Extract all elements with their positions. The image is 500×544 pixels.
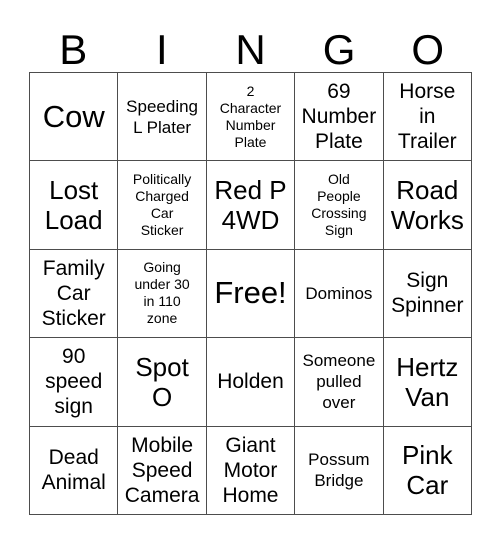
bingo-cell-label: Spot O xyxy=(135,351,189,412)
bingo-cell-r4c1[interactable]: 90 speed sign xyxy=(30,338,119,427)
bingo-cell-r1c5[interactable]: Horse in Trailer xyxy=(383,73,472,162)
bingo-cell-r3c4[interactable]: Dominos xyxy=(295,249,384,339)
bingo-cell-r3c1[interactable]: Family Car Sticker xyxy=(30,249,119,339)
bingo-cell-r1c1[interactable]: Cow xyxy=(30,73,119,162)
bingo-cell-r1c3[interactable]: 2 Character Number Plate xyxy=(206,73,296,162)
bingo-cell-r3c2[interactable]: Going under 30 in 110 zone xyxy=(118,249,207,339)
bingo-cell-label: Family Car Sticker xyxy=(41,256,106,330)
bingo-cell-r4c4[interactable]: Someone pulled over xyxy=(295,338,384,427)
bingo-cell-label: Politically Charged Car Sticker xyxy=(132,171,192,239)
bingo-cell-r5c1[interactable]: Dead Animal xyxy=(30,426,119,515)
bingo-cell-label: Dominos xyxy=(305,283,373,303)
bingo-cell-r2c5[interactable]: Road Works xyxy=(383,161,472,250)
bingo-cell-r4c3[interactable]: Holden xyxy=(206,338,296,427)
bingo-cell-r5c3[interactable]: Giant Motor Home xyxy=(206,426,296,515)
bingo-cell-r2c4[interactable]: Old People Crossing Sign xyxy=(295,161,384,250)
bingo-header-letter-b: B xyxy=(59,26,88,73)
bingo-cell-r4c2[interactable]: Spot O xyxy=(118,338,207,427)
bingo-cell-r4c5[interactable]: Hertz Van xyxy=(383,338,472,427)
bingo-header-letter-o: O xyxy=(411,26,444,73)
bingo-cell-label: Pink Car xyxy=(402,440,453,501)
bingo-cell-label: 2 Character Number Plate xyxy=(219,82,282,150)
bingo-cell-r5c2[interactable]: Mobile Speed Camera xyxy=(118,426,207,515)
bingo-cell-r1c4[interactable]: 69 Number Plate xyxy=(295,73,384,162)
bingo-header-letter-i: I xyxy=(156,26,168,73)
bingo-cell-label: Lost Load xyxy=(44,175,103,236)
bingo-cell-r2c1[interactable]: Lost Load xyxy=(30,161,119,250)
bingo-cell-label: Going under 30 in 110 zone xyxy=(134,259,190,327)
bingo-cell-label: Free! xyxy=(214,275,287,311)
bingo-cell-label: Horse in Trailer xyxy=(397,80,457,154)
bingo-header-letter-n: N xyxy=(235,26,266,73)
bingo-cell-label: 69 Number Plate xyxy=(301,80,377,154)
bingo-cell-label: Old People Crossing Sign xyxy=(311,171,367,239)
bingo-cell-r2c2[interactable]: Politically Charged Car Sticker xyxy=(118,161,207,250)
bingo-cell-label: Possum Bridge xyxy=(308,450,370,491)
bingo-cell-label: Red P 4WD xyxy=(214,175,287,236)
bingo-card: B I N G O Cow Speeding L Plater 2 Character Nu… xyxy=(0,0,500,544)
bingo-cell-label: 90 speed sign xyxy=(45,345,103,419)
bingo-cell-label: Dead Animal xyxy=(41,446,106,495)
bingo-cell-r5c4[interactable]: Possum Bridge xyxy=(295,426,384,515)
bingo-cell-label: Mobile Speed Camera xyxy=(124,433,200,507)
bingo-header-row: BINGO xyxy=(29,14,472,72)
bingo-cell-label: Cow xyxy=(42,98,105,134)
bingo-cell-label: Speeding L Plater xyxy=(126,96,199,137)
bingo-cell-r3c3[interactable]: Free! xyxy=(206,249,296,339)
bingo-cell-label: Someone pulled over xyxy=(302,351,376,413)
bingo-cell-label: Holden xyxy=(217,370,284,394)
bingo-grid: Cow Speeding L Plater 2 Character Number P… xyxy=(29,72,472,515)
bingo-cell-label: Road Works xyxy=(390,175,464,236)
bingo-cell-r5c5[interactable]: Pink Car xyxy=(383,426,472,515)
bingo-header-letter-g: G xyxy=(322,26,356,73)
bingo-cell-label: Sign Spinner xyxy=(391,269,464,318)
bingo-cell-r2c3[interactable]: Red P 4WD xyxy=(206,161,296,250)
bingo-cell-r1c2[interactable]: Speeding L Plater xyxy=(118,73,207,162)
bingo-cell-label: Hertz Van xyxy=(396,351,459,412)
bingo-cell-label: Giant Motor Home xyxy=(222,433,279,507)
bingo-cell-r3c5[interactable]: Sign Spinner xyxy=(383,249,472,339)
